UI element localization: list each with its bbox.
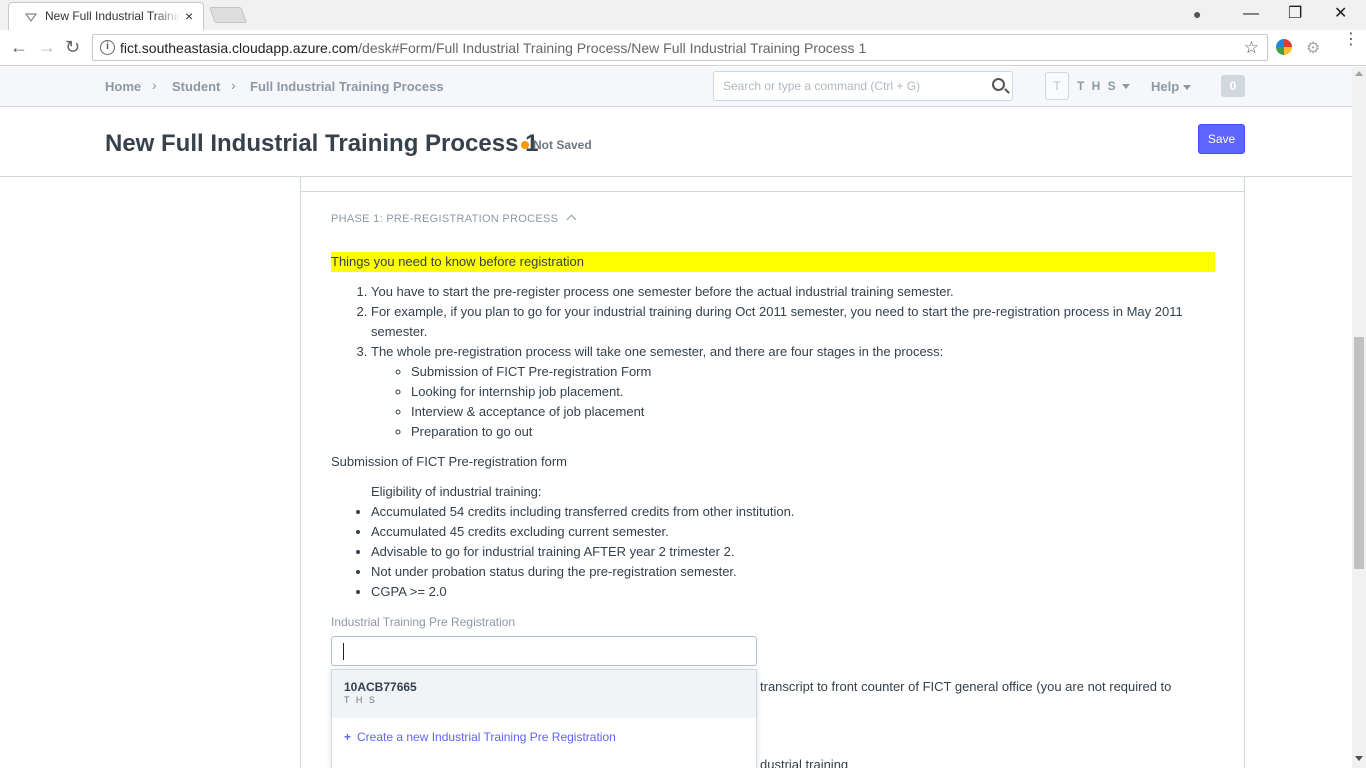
notification-badge[interactable]: 0	[1221, 75, 1245, 97]
reload-button[interactable]: ↻	[65, 37, 80, 57]
new-tab-button[interactable]	[209, 7, 247, 23]
highlighted-heading: Things you need to know before registrat…	[331, 252, 1215, 272]
help-menu-label: Help	[1151, 79, 1180, 94]
list-item: CGPA >= 2.0	[371, 582, 1215, 602]
bookmark-star-icon[interactable]: ☆	[1244, 38, 1259, 58]
page-head: New Full Industrial Training Process 1 N…	[0, 108, 1352, 177]
pre-registration-input[interactable]	[332, 637, 756, 665]
status-text: Not Saved	[533, 138, 592, 152]
extension-gear-icon[interactable]: ⚙	[1306, 38, 1320, 58]
save-button[interactable]: Save	[1198, 124, 1245, 154]
field-label: Industrial Training Pre Registration	[331, 615, 516, 629]
browser-toolbar: ← → ↻ i fict.southeastasia.cloudapp.azur…	[0, 30, 1366, 66]
dropdown-suggestion[interactable]: 10ACB77665 T H S	[332, 670, 756, 718]
stages-list: Submission of FICT Pre-registration Form…	[411, 362, 1215, 442]
frappe-favicon-icon	[25, 13, 37, 23]
link-dropdown: 10ACB77665 T H S + Create a new Industria…	[331, 669, 757, 768]
eligibility-list: Accumulated 54 credits including transfe…	[371, 502, 1215, 602]
search-icon	[992, 78, 1005, 91]
scroll-up-arrow-icon[interactable]	[1355, 71, 1363, 76]
list-item: Accumulated 45 credits excluding current…	[371, 522, 1215, 542]
create-new-link[interactable]: + Create a new Industrial Training Pre Re…	[332, 718, 756, 756]
close-window-button[interactable]: ✕	[1334, 4, 1347, 24]
page-body: PHASE 1: PRE-REGISTRATION PROCESS Things…	[0, 177, 1352, 768]
list-item: Preparation to go out	[411, 422, 1215, 442]
steps-list: You have to start the pre-register proce…	[371, 282, 1215, 442]
url-text[interactable]: fict.southeastasia.cloudapp.azure.com/de…	[120, 40, 866, 56]
awesome-bar[interactable]	[713, 71, 1013, 101]
section-title: PHASE 1: PRE-REGISTRATION PROCESS	[331, 213, 559, 225]
help-menu[interactable]: Help	[1151, 79, 1192, 94]
tab-close-icon[interactable]: ×	[185, 8, 193, 24]
back-button[interactable]: ←	[10, 37, 28, 57]
list-item: For example, if you plan to go for your …	[371, 302, 1215, 342]
page-title: New Full Industrial Training Process 1	[105, 130, 539, 157]
section-header[interactable]: PHASE 1: PRE-REGISTRATION PROCESS	[331, 213, 577, 225]
search-input[interactable]	[714, 72, 974, 100]
forward-button[interactable]: →	[38, 37, 56, 57]
list-item: You have to start the pre-register proce…	[371, 282, 1215, 302]
app-navbar: Home › Student › Full Industrial Trainin…	[0, 67, 1352, 107]
plus-icon: +	[344, 730, 352, 744]
status-badge: Not Saved	[521, 138, 592, 152]
page-scrollbar[interactable]	[1352, 67, 1366, 768]
partial-content-text: dustrial training	[760, 757, 849, 768]
scroll-down-arrow-icon[interactable]	[1355, 756, 1363, 761]
browser-tab[interactable]: New Full Industrial Training Process 1 ×	[8, 2, 204, 30]
breadcrumb-separator-icon: ›	[231, 77, 236, 93]
text-cursor	[343, 643, 344, 660]
chevron-down-icon	[1121, 84, 1130, 90]
create-new-label: Create a new Industrial Training Pre Reg…	[357, 730, 616, 744]
list-item: Advisable to go for industrial training …	[371, 542, 1215, 562]
breadcrumb-doctype[interactable]: Full Industrial Training Process	[250, 79, 444, 94]
submission-heading: Submission of FICT Pre-registration form	[331, 454, 567, 469]
list-item: Looking for internship job placement.	[411, 382, 1215, 402]
list-item: The whole pre-registration process will …	[371, 342, 1215, 442]
list-item: Interview & acceptance of job placement	[411, 402, 1215, 422]
breadcrumb-separator-icon: ›	[152, 77, 157, 93]
address-bar[interactable]: i fict.southeastasia.cloudapp.azure.com/…	[92, 34, 1268, 61]
status-dot-icon	[521, 141, 529, 149]
user-menu-label: T H S	[1077, 79, 1118, 93]
list-item: Accumulated 54 credits including transfe…	[371, 502, 1215, 522]
breadcrumb-home[interactable]: Home	[105, 79, 141, 94]
form-card: PHASE 1: PRE-REGISTRATION PROCESS Things…	[300, 177, 1245, 768]
user-menu[interactable]: T H S	[1077, 79, 1130, 93]
chevron-up-icon[interactable]	[566, 214, 577, 225]
info-icon[interactable]: i	[100, 40, 115, 55]
account-icon[interactable]: ●	[1193, 4, 1201, 24]
tab-title: New Full Industrial Training Process 1	[45, 9, 181, 23]
browser-menu-icon[interactable]: ⋮	[1343, 32, 1359, 48]
scrollbar-thumb[interactable]	[1354, 337, 1364, 569]
restore-button[interactable]: ❐	[1288, 4, 1302, 24]
partial-content-text: transcript to front counter of FICT gene…	[760, 679, 1172, 694]
list-item: Submission of FICT Pre-registration Form	[411, 362, 1215, 382]
pre-registration-link-field[interactable]	[331, 636, 757, 666]
list-item: Not under probation status during the pr…	[371, 562, 1215, 582]
breadcrumb-student[interactable]: Student	[172, 79, 220, 94]
eligibility-heading: Eligibility of industrial training:	[371, 484, 542, 499]
browser-tabstrip: New Full Industrial Training Process 1 ×…	[0, 0, 1366, 30]
suggestion-title: 10ACB77665	[344, 680, 417, 694]
chevron-down-icon	[1183, 85, 1192, 91]
section-html-content: Things you need to know before registrat…	[331, 252, 1215, 602]
extension-icon[interactable]	[1276, 39, 1292, 55]
minimize-button[interactable]: —	[1243, 4, 1259, 24]
avatar[interactable]: T	[1045, 72, 1069, 100]
suggestion-subtitle: T H S	[344, 695, 377, 705]
divider	[301, 191, 1244, 192]
